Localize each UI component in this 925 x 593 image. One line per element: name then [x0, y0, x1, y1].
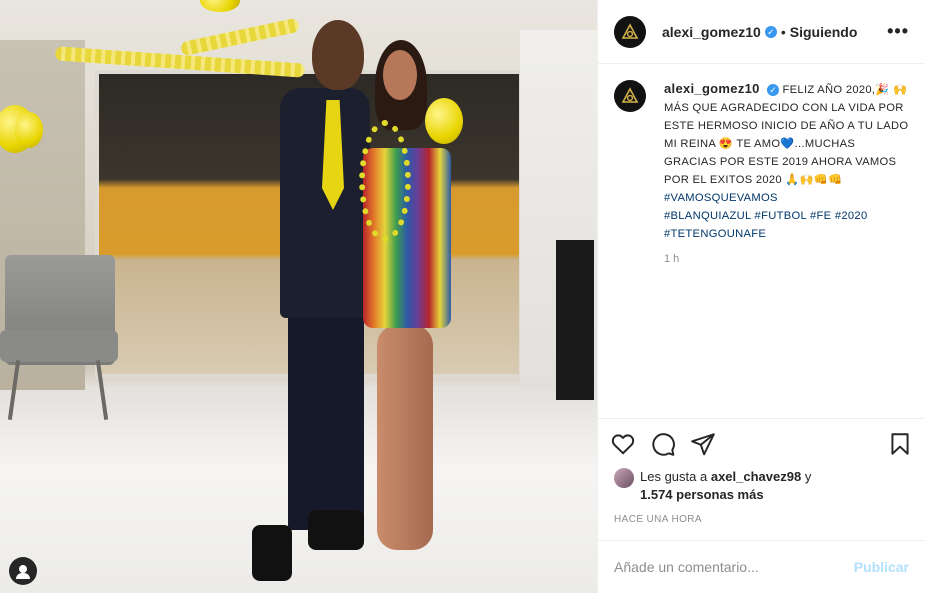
- hashtag[interactable]: #FUTBOL: [755, 210, 807, 222]
- hashtag[interactable]: #VAMOSQUEVAMOS: [664, 192, 778, 204]
- likes-prefix: Les gusta a: [640, 469, 708, 484]
- verified-icon: ✓: [764, 25, 777, 38]
- profile-avatar[interactable]: [614, 15, 646, 48]
- likes-conj: y: [804, 469, 812, 484]
- liker-avatar[interactable]: [614, 468, 634, 488]
- photo-balloon: [200, 0, 240, 12]
- comment-icon[interactable]: [650, 431, 676, 457]
- hashtag[interactable]: #FE: [810, 210, 831, 222]
- caption-line1: FELIZ AÑO 2020,🎉: [782, 84, 890, 96]
- likes-summary: Les gusta a axel_chavez98 y 1.574 person…: [598, 468, 925, 504]
- comment-box: Añade un comentario... Publicar: [598, 540, 925, 593]
- follow-button[interactable]: Siguiendo: [790, 24, 858, 40]
- photo-chair-seat: [0, 330, 118, 362]
- photo-speaker: [556, 240, 594, 400]
- instagram-post: alexi_gomez10 ✓ • Siguiendo ••• alexi_go…: [0, 0, 925, 593]
- heart-icon[interactable]: [610, 431, 636, 457]
- bookmark-icon[interactable]: [887, 431, 913, 457]
- verified-icon: ✓: [767, 84, 780, 96]
- caption-username[interactable]: alexi_gomez10: [664, 81, 760, 96]
- header-username[interactable]: alexi_gomez10: [662, 24, 761, 40]
- more-options-icon[interactable]: •••: [887, 21, 909, 42]
- header-separator: •: [780, 23, 786, 40]
- hashtag[interactable]: #TETENGOUNAFE: [664, 228, 766, 240]
- caption-body: 🙌 MÁS QUE AGRADECIDO CON LA VIDA POR EST…: [664, 84, 909, 186]
- post-timestamp[interactable]: HACE UNA HORA: [598, 504, 925, 540]
- caption-text: alexi_gomez10 ✓ FELIZ AÑO 2020,🎉 🙌 MÁS Q…: [664, 80, 909, 243]
- liker-username[interactable]: axel_chavez98: [711, 469, 801, 484]
- post-photo[interactable]: [0, 0, 597, 593]
- hashtag[interactable]: #BLANQUIAZUL: [664, 210, 751, 222]
- comment-input[interactable]: Añade un comentario...: [614, 559, 759, 575]
- photo-man: [240, 20, 370, 590]
- publish-button[interactable]: Publicar: [854, 559, 909, 575]
- post-header: alexi_gomez10 ✓ • Siguiendo •••: [598, 0, 925, 64]
- user-tag-icon[interactable]: [9, 557, 37, 585]
- hashtag[interactable]: #2020: [835, 210, 868, 222]
- caption-time: 1 h: [664, 253, 680, 265]
- action-bar: [598, 418, 925, 468]
- caption-avatar[interactable]: [614, 80, 646, 112]
- photo-woman: [355, 40, 455, 570]
- likes-count[interactable]: 1.574 personas más: [640, 487, 764, 502]
- post-caption: alexi_gomez10 ✓ FELIZ AÑO 2020,🎉 🙌 MÁS Q…: [598, 64, 925, 418]
- share-icon[interactable]: [690, 431, 716, 457]
- photo-balloon: [15, 112, 43, 148]
- post-sidebar: alexi_gomez10 ✓ • Siguiendo ••• alexi_go…: [597, 0, 925, 593]
